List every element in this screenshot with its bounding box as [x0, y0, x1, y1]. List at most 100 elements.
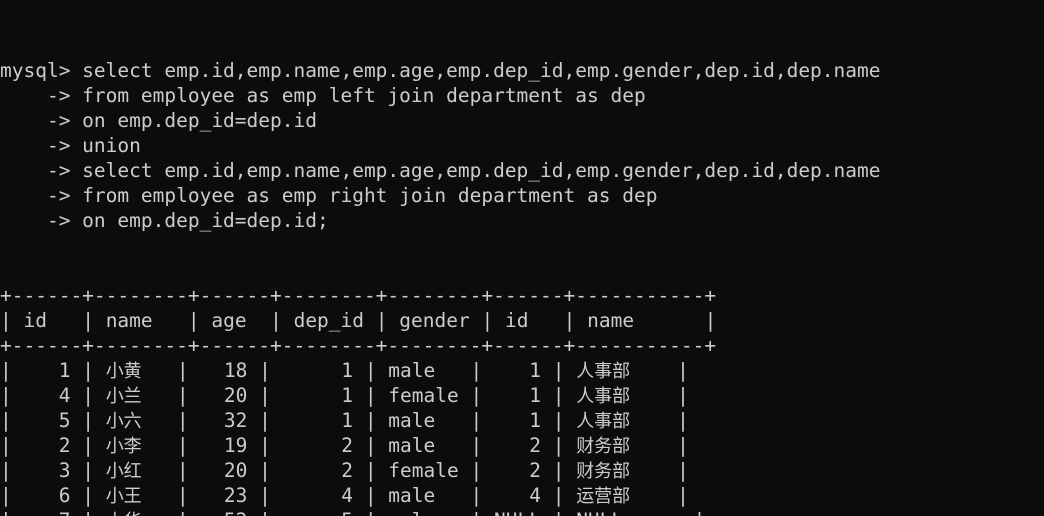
table-row: | 7 | 小华 | 52 | 5 | male | NULL | NULL | [0, 508, 1044, 516]
table-separator: | [677, 484, 689, 507]
table-cell: 2 [493, 434, 541, 457]
cell-pad [165, 459, 177, 482]
table-separator: | [563, 309, 588, 332]
table-separator: | [552, 459, 577, 482]
cell-pad [70, 359, 82, 382]
query-line: -> select emp.id,emp.name,emp.age,emp.de… [0, 159, 881, 182]
query-line: -> on emp.dep_id=dep.id [0, 109, 317, 132]
table-header-cell: gender [399, 309, 470, 332]
table-cell: 4 [493, 484, 541, 507]
table-header-cell: id [504, 309, 552, 332]
table-cell: 20 [200, 459, 248, 482]
table-separator: | [82, 459, 106, 482]
table-header-cell: name [105, 309, 177, 332]
table-separator: | [0, 484, 24, 507]
table-cell: 4 [282, 484, 354, 507]
table-cell: 23 [200, 484, 248, 507]
table-separator: | [481, 309, 505, 332]
table-cell: 20 [200, 384, 248, 407]
table-separator: | [470, 359, 494, 382]
table-cell: 小王 [105, 486, 142, 507]
table-separator: | [552, 484, 577, 507]
table-cell: 财务部 [576, 461, 631, 482]
cell-pad [459, 509, 471, 516]
table-separator: | [364, 359, 389, 382]
cell-pad [541, 459, 553, 482]
cell-pad [70, 384, 82, 407]
cell-pad [176, 309, 188, 332]
table-cell: 小兰 [105, 386, 142, 407]
cell-pad [165, 434, 177, 457]
cell-pad [247, 484, 259, 507]
table-cell: 5 [23, 409, 71, 432]
table-separator: | [0, 509, 23, 516]
table-row: | 5 | 小六 | 32 | 1 | male | 1 | 人事部 | [0, 408, 1044, 433]
table-header-row: | id | name | age | dep_id | gender | id… [0, 308, 1044, 333]
cell-pad [665, 459, 677, 482]
table-separator: | [375, 309, 400, 332]
table-header-cell: age [211, 309, 259, 332]
cell-pad [70, 409, 82, 432]
table-separator: | [552, 434, 577, 457]
table-cell: 1 [493, 384, 541, 407]
cell-pad [682, 509, 694, 516]
table-cell: 19 [200, 434, 248, 457]
cell-pad [693, 309, 705, 332]
table-cell: 小六 [105, 411, 142, 432]
cell-pad [353, 359, 365, 382]
table-separator: | [82, 434, 106, 457]
table-cell: 运营部 [576, 486, 631, 507]
cell-pad [247, 359, 259, 382]
table-separator: | [470, 434, 494, 457]
table-separator: | [259, 409, 283, 432]
query-line: -> on emp.dep_id=dep.id; [0, 209, 329, 232]
table-cell: male [388, 359, 459, 382]
table-cell: 1 [493, 359, 541, 382]
table-separator: | [259, 484, 283, 507]
table-separator: | [552, 384, 577, 407]
table-cell: 52 [200, 509, 248, 516]
query-line: -> from employee as emp right join depar… [0, 184, 658, 207]
table-separator: | [677, 409, 689, 432]
terminal-window[interactable]: mysql> select emp.id,emp.name,emp.age,em… [0, 0, 1044, 516]
table-cell: 人事部 [576, 411, 631, 432]
table-border-top: +------+--------+------+--------+-------… [0, 284, 717, 307]
cell-pad [459, 459, 471, 482]
table-cell: 7 [23, 509, 71, 516]
cell-pad [541, 509, 553, 516]
table-separator: | [471, 509, 494, 516]
cell-pad [165, 484, 177, 507]
table-separator: | [364, 384, 389, 407]
cell-pad [247, 459, 259, 482]
table-cell: 2 [282, 459, 354, 482]
table-separator: | [0, 409, 24, 432]
table-separator: | [82, 509, 105, 516]
table-separator: | [0, 384, 24, 407]
table-separator: | [0, 459, 24, 482]
cell-pad [353, 434, 365, 457]
table-separator: | [82, 384, 106, 407]
table-cell: male [388, 484, 459, 507]
table-cell: 2 [282, 434, 354, 457]
table-row: | 2 | 小李 | 19 | 2 | male | 2 | 财务部 | [0, 433, 1044, 458]
table-cell: 3 [23, 459, 71, 482]
cell-pad [541, 359, 553, 382]
table-cell: 2 [23, 434, 71, 457]
cell-pad [165, 384, 177, 407]
table-separator: | [552, 359, 577, 382]
table-cell: 1 [493, 409, 541, 432]
cell-pad [70, 309, 82, 332]
table-separator: | [82, 309, 106, 332]
cell-pad [459, 434, 471, 457]
cell-pad [353, 409, 365, 432]
table-separator: | [364, 459, 389, 482]
table-cell: 2 [493, 459, 541, 482]
table-cell: 1 [282, 409, 354, 432]
cell-pad [70, 509, 82, 516]
table-separator: | [82, 484, 106, 507]
cell-pad [541, 384, 553, 407]
query-line: mysql> select emp.id,emp.name,emp.age,em… [0, 59, 881, 82]
cell-pad [665, 409, 677, 432]
cell-pad [70, 459, 82, 482]
table-separator: | [677, 384, 689, 407]
